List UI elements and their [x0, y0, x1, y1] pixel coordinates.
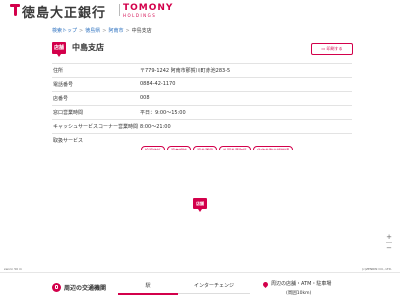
train-icon: [52, 283, 61, 292]
info-label: キャッシュサービスコーナー営業時間: [53, 124, 139, 130]
transit-section: 周辺の交通機関 駅 インターチェンジ 周辺の店舗・ATM・駐車場 (周囲10km…: [0, 272, 400, 301]
bank-logo-icon[interactable]: [10, 4, 20, 16]
breadcrumb-link-search-top[interactable]: 検索トップ: [52, 28, 77, 34]
info-label: 取扱サービス: [53, 138, 84, 144]
breadcrumb-link-tokushima[interactable]: 徳島県: [85, 28, 100, 34]
breadcrumb-link-anan[interactable]: 阿南市: [108, 28, 123, 34]
info-label: 店番号: [53, 96, 69, 102]
header-divider: [119, 4, 120, 16]
breadcrumb-separator: >: [102, 28, 107, 34]
map-copyright: (c)ZENRIN CO., LTD.: [362, 267, 392, 271]
location-pin-icon: [261, 280, 270, 289]
nearby-facilities-link[interactable]: 周辺の店舗・ATM・駐車場: [271, 281, 331, 288]
info-value-atm-hours: 8:00～21:00: [140, 124, 171, 130]
tab-station[interactable]: 駅: [118, 279, 178, 295]
zoom-in-button[interactable]: +: [385, 232, 393, 242]
holdings-brand: TOMONY: [123, 3, 174, 13]
bank-name[interactable]: 徳島大正銀行: [22, 2, 106, 21]
info-row-atm-hours: キャッシュサービスコーナー営業時間 8:00～21:00: [52, 120, 352, 134]
branch-info-table: 住所 〒779-1242 阿南市那賀川町赤池283-5 電話番号 0884-42…: [52, 63, 352, 156]
breadcrumb-separator: >: [79, 28, 84, 34]
info-row-branch-number: 店番号 008: [52, 92, 352, 106]
print-button-label: 印刷する: [326, 46, 343, 51]
branch-map[interactable]: 店舗 + − zenrin 50 m (c)ZENRIN CO., LTD.: [0, 150, 400, 272]
nearby-radius: (周囲10km): [286, 291, 312, 296]
info-row-phone: 電話番号 0884-42-1170: [52, 78, 352, 92]
holdings-sub: HOLDINGS: [123, 13, 157, 18]
info-value-branch-number: 008: [140, 95, 150, 101]
branch-heading: 店舗 中島支店 ▭ 印刷する: [52, 42, 353, 57]
info-label: 電話番号: [53, 82, 74, 88]
map-pin-icon[interactable]: 店舗: [193, 198, 207, 212]
info-row-services: 取扱サービス 投資信託資産相談資金運用外国為替取扱住宅金融支援機構: [52, 134, 352, 156]
branch-type-badge: 店舗: [52, 42, 66, 57]
map-scale: zenrin 50 m: [4, 267, 22, 271]
breadcrumb: 検索トップ > 徳島県 > 阿南市 > 中島支店: [52, 27, 152, 34]
info-label: 窓口営業時間: [53, 110, 84, 116]
info-value-address: 〒779-1242 阿南市那賀川町赤池283-5: [140, 68, 231, 74]
zoom-out-button[interactable]: −: [385, 243, 393, 253]
holdings-logo[interactable]: TOMONY HOLDINGS: [123, 3, 173, 18]
breadcrumb-separator: >: [125, 28, 130, 34]
transit-title: 周辺の交通機関: [64, 285, 107, 292]
info-value-phone: 0884-42-1170: [140, 81, 176, 87]
info-label: 住所: [53, 68, 64, 74]
breadcrumb-current: 中島支店: [131, 28, 152, 34]
print-button[interactable]: ▭ 印刷する: [311, 43, 353, 55]
tab-interchange[interactable]: インターチェンジ: [178, 279, 250, 294]
info-value-counter-hours: 平日：9:00～15:00: [140, 110, 186, 116]
info-row-counter-hours: 窓口営業時間 平日：9:00～15:00: [52, 106, 352, 120]
info-row-address: 住所 〒779-1242 阿南市那賀川町赤池283-5: [52, 63, 352, 78]
map-zoom-control: + −: [385, 232, 393, 258]
site-header: 徳島大正銀行 TOMONY HOLDINGS: [0, 0, 400, 21]
page-title: 中島支店: [72, 43, 104, 52]
